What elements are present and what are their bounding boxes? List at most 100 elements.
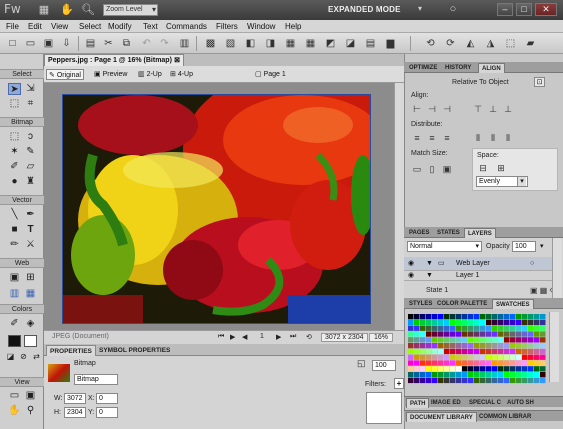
menu-edit[interactable]: Edit (28, 22, 42, 31)
color-swatch[interactable] (510, 360, 516, 366)
color-swatch[interactable] (444, 314, 450, 320)
color-swatch[interactable] (444, 348, 450, 355)
color-swatch[interactable] (498, 343, 504, 349)
color-swatch[interactable] (540, 331, 546, 337)
color-swatch[interactable] (456, 372, 462, 378)
color-swatch[interactable] (486, 372, 492, 378)
layers-scrollbar[interactable] (552, 238, 562, 298)
color-swatch[interactable] (420, 348, 426, 355)
dist-top-icon[interactable]: ≡ (411, 133, 423, 143)
color-swatch[interactable] (492, 360, 498, 366)
page-select[interactable]: ▢ Page 1 (255, 69, 335, 80)
color-swatch[interactable] (450, 331, 456, 337)
color-swatch[interactable] (504, 314, 510, 320)
color-swatch[interactable] (414, 377, 420, 384)
color-swatch[interactable] (408, 319, 414, 326)
align-top-icon[interactable]: ⊤ (472, 104, 484, 114)
menu-text[interactable]: Text (143, 22, 158, 31)
color-swatch[interactable] (480, 377, 486, 384)
color-swatch[interactable] (438, 325, 444, 331)
blur-tool-icon[interactable]: ● (8, 176, 21, 188)
color-swatch[interactable] (504, 372, 510, 378)
color-swatch[interactable] (468, 372, 474, 378)
color-swatch[interactable] (426, 343, 432, 349)
color-swatch[interactable] (438, 377, 444, 384)
color-swatch[interactable] (510, 343, 516, 349)
color-swatch[interactable] (528, 360, 534, 366)
color-swatch[interactable] (528, 366, 534, 372)
tab-symbol-properties[interactable]: SYMBOL PROPERTIES (96, 345, 173, 356)
color-swatch[interactable] (492, 314, 498, 320)
color-swatch[interactable] (516, 325, 522, 331)
text-tool-icon[interactable]: T (24, 224, 37, 236)
crop-tool-icon[interactable]: ⌗ (24, 98, 37, 110)
distort-icon[interactable]: ▰ (524, 37, 537, 50)
color-swatch[interactable] (504, 377, 510, 384)
color-swatch[interactable] (480, 348, 486, 355)
tab-2up[interactable]: ▥ 2-Up (136, 69, 164, 80)
zoom-level[interactable]: 16% (369, 333, 394, 342)
tab-4up[interactable]: ⊞ 4-Up (168, 69, 195, 80)
paste-icon[interactable]: ▥ (178, 37, 191, 50)
color-swatch[interactable] (444, 372, 450, 378)
color-swatch[interactable] (408, 372, 414, 378)
color-swatch[interactable] (450, 354, 456, 360)
tab-color-palette[interactable]: COLOR PALETTE (434, 299, 490, 309)
color-swatch[interactable] (504, 366, 510, 372)
color-swatch[interactable] (492, 343, 498, 349)
brush-tool-icon[interactable]: ✎ (24, 146, 37, 158)
hotspot-tool-icon[interactable]: ▣ (8, 272, 21, 284)
zoom-tool-icon[interactable]: ⚲ (24, 405, 37, 417)
full-screen-icon[interactable]: ▣ (24, 390, 37, 402)
bring-forward-icon[interactable]: ◩ (324, 37, 337, 50)
color-swatch[interactable] (510, 314, 516, 320)
color-swatch[interactable] (426, 348, 432, 355)
color-swatch[interactable] (462, 319, 468, 326)
color-swatch[interactable] (456, 348, 462, 355)
rectangle-tool-icon[interactable]: ■ (8, 224, 21, 236)
color-swatch[interactable] (528, 319, 534, 326)
color-swatch[interactable] (522, 319, 528, 326)
color-swatch[interactable] (534, 337, 540, 343)
color-swatch[interactable] (486, 377, 492, 384)
search-icon[interactable]: ○ (446, 3, 460, 17)
color-swatch[interactable] (528, 377, 534, 384)
color-swatch[interactable] (540, 377, 546, 384)
color-swatch[interactable] (408, 354, 414, 360)
tab-path[interactable]: PATH (406, 398, 430, 408)
color-swatch[interactable] (486, 314, 492, 320)
align-center-h-icon[interactable]: ⊣ (426, 104, 438, 114)
tab-document-library[interactable]: DOCUMENT LIBRARY (406, 412, 477, 422)
color-swatch[interactable] (420, 314, 426, 320)
color-swatch[interactable] (438, 348, 444, 355)
color-swatch[interactable] (450, 366, 456, 372)
color-swatch[interactable] (522, 325, 528, 331)
color-swatch[interactable] (510, 337, 516, 343)
dist-right-icon[interactable]: ⫴ (502, 133, 514, 143)
color-swatch[interactable] (486, 354, 492, 360)
color-swatch[interactable] (456, 343, 462, 349)
color-swatch[interactable] (456, 337, 462, 343)
color-swatch[interactable] (486, 325, 492, 331)
color-swatch[interactable] (474, 377, 480, 384)
color-swatch[interactable] (432, 331, 438, 337)
color-swatch[interactable] (522, 331, 528, 337)
color-swatch[interactable] (462, 377, 468, 384)
minimize-button[interactable]: – (497, 3, 513, 16)
stroke-color-swatch[interactable] (8, 335, 21, 347)
match-height-icon[interactable]: ▯ (426, 164, 438, 174)
color-swatch[interactable] (522, 343, 528, 349)
color-swatch[interactable] (414, 343, 420, 349)
pointer-tool-icon[interactable]: ➤ (8, 83, 21, 95)
color-swatch[interactable] (456, 377, 462, 384)
color-swatch[interactable] (474, 319, 480, 326)
tab-align[interactable]: ALIGN (478, 63, 505, 73)
color-swatch[interactable] (468, 331, 474, 337)
color-swatch[interactable] (462, 366, 468, 372)
color-swatch[interactable] (408, 366, 414, 372)
color-swatch[interactable] (498, 360, 504, 366)
color-swatch[interactable] (534, 360, 540, 366)
color-swatch[interactable] (528, 354, 534, 360)
color-swatch[interactable] (462, 343, 468, 349)
dist-left-icon[interactable]: ⫴ (472, 133, 484, 143)
